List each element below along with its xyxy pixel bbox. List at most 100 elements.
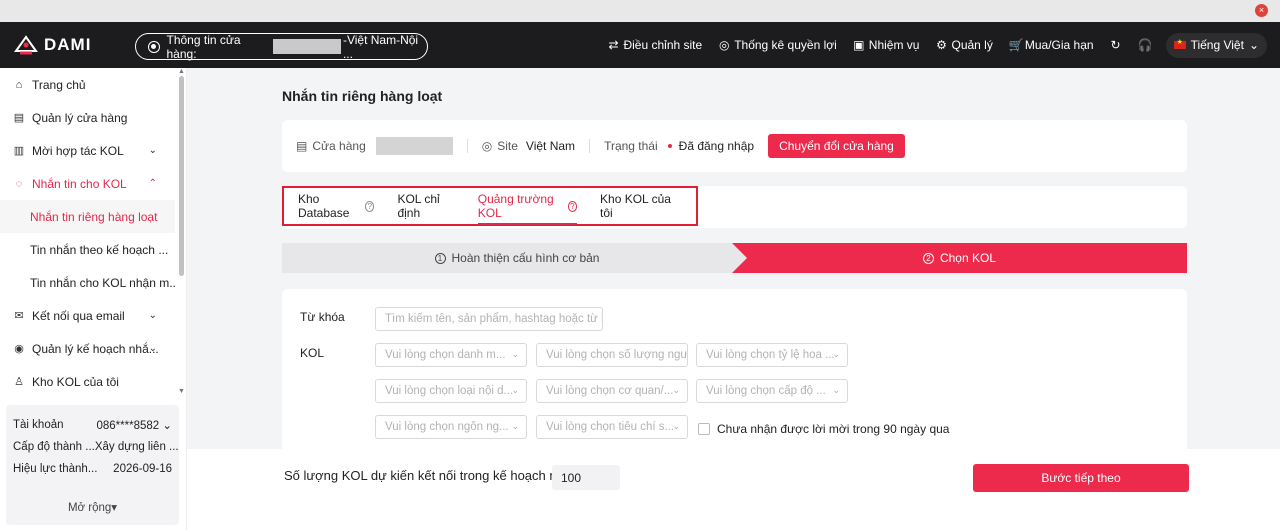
no-invite-90-days-checkbox[interactable]: Chưa nhận được lời mời trong 90 ngày qua	[698, 422, 949, 436]
tab-my-kol[interactable]: Kho KOL của tôi	[600, 187, 673, 225]
checkbox-box[interactable]	[698, 423, 710, 435]
nav-label: Quản lý	[951, 38, 993, 52]
tab-bar: Kho Database? KOL chỉ định Quảng trường …	[282, 186, 698, 226]
mail-icon: ✉	[14, 310, 24, 322]
sidebar-subitem-bulk-message[interactable]: Nhắn tin riêng hàng loạt	[0, 200, 175, 233]
category-select[interactable]: Vui lòng chọn danh m... ⌄	[375, 343, 527, 367]
chevron-down-icon: ⌄	[148, 343, 157, 354]
chevron-down-icon: ⌄	[511, 349, 519, 359]
account-label: Tài khoản	[13, 419, 64, 431]
validity-value: 2026-09-16	[113, 463, 172, 475]
select-placeholder: Vui lòng chọn ngôn ng...	[385, 421, 509, 433]
membership-label: Cấp độ thành ...	[13, 441, 95, 453]
criteria-select[interactable]: Vui lòng chọn tiêu chí s... ⌄	[536, 415, 688, 439]
sidebar-item-email-connect[interactable]: ✉ Kết nối qua email ⌄	[0, 299, 175, 332]
location-icon: ◉	[14, 343, 24, 355]
refresh-button[interactable]: ↻	[1110, 38, 1122, 52]
redacted-store	[375, 137, 453, 155]
chevron-up-icon: ⌃	[148, 178, 157, 189]
help-icon[interactable]: ?	[567, 200, 578, 212]
select-placeholder: Vui lòng chọn số lượng người	[546, 349, 688, 361]
header-nav: ⇄ Điều chỉnh site ◎ Thống kê quyền lợi ▣ Nh…	[607, 22, 1280, 68]
nav-benefit-stats[interactable]: ◎ Thống kê quyền lợi	[718, 38, 837, 52]
nav-label: Thống kê quyền lợi	[734, 38, 837, 52]
agency-select[interactable]: Vui lòng chọn cơ quan/... ⌄	[536, 379, 688, 403]
sidebar-menu: ⌂ Trang chủ ▤ Quản lý cửa hàng ▥ Mời hợp tá…	[0, 68, 175, 398]
chevron-down-icon: ⌄	[511, 421, 519, 431]
divider	[466, 139, 468, 153]
select-placeholder: Vui lòng chọn tiêu chí s...	[546, 421, 675, 433]
step-basic-config[interactable]: 1 Hoàn thiện cấu hình cơ bản	[282, 243, 752, 273]
chevron-down-icon: ⌄	[1248, 38, 1259, 52]
select-placeholder: Vui lòng chọn tỷ lệ hoa ...	[706, 349, 835, 361]
store-icon: ▤	[296, 139, 308, 153]
sidebar-item-message-kol[interactable]: ◌ Nhắn tin cho KOL ⌃	[0, 167, 175, 200]
nav-label: Nhiệm vụ	[868, 38, 920, 52]
membership-level-row: Cấp độ thành ... Xây dựng liên ...	[13, 436, 179, 458]
nav-adjust-site[interactable]: ⇄ Điều chỉnh site	[607, 38, 702, 52]
store-status-card: ▤ Cửa hàng ◎ Site Việt Nam Trạng thái Đã đ…	[282, 120, 1187, 172]
benefit-icon: ◎	[718, 38, 730, 52]
footer-bar: Số lượng KOL dự kiến kết nối trong kế ho…	[187, 449, 1280, 530]
switch-store-button[interactable]: Chuyển đổi cửa hàng	[768, 134, 905, 158]
sidebar-item-store-management[interactable]: ▤ Quản lý cửa hàng	[0, 101, 175, 134]
sidebar: ⌂ Trang chủ ▤ Quản lý cửa hàng ▥ Mời hợp tá…	[0, 68, 187, 530]
scroll-up-arrow[interactable]: ▲	[178, 68, 185, 75]
location-icon: ◎	[481, 139, 493, 153]
logo-icon	[14, 35, 38, 55]
radio-icon	[148, 40, 160, 53]
account-value: 086****8582 ⌄	[96, 420, 172, 432]
home-icon: ⌂	[15, 78, 23, 91]
account-row[interactable]: Tài khoản 086****8582 ⌄	[13, 414, 172, 436]
nav-tasks[interactable]: ▣ Nhiệm vụ	[853, 38, 920, 52]
site-label-text: Site	[497, 139, 518, 153]
expected-kol-count-input[interactable]: 100	[552, 465, 620, 490]
tab-label: Quảng trường KOL	[477, 192, 554, 220]
sidebar-item-label: Quản lý cửa hàng	[32, 110, 128, 125]
tab-database[interactable]: Kho Database?	[298, 187, 375, 225]
sidebar-item-home[interactable]: ⌂ Trang chủ	[0, 68, 175, 101]
invite-icon: ▥	[13, 145, 25, 157]
main-content: Nhắn tin riêng hàng loạt ▤ Cửa hàng ◎ Site…	[187, 68, 1280, 530]
followers-select[interactable]: Vui lòng chọn số lượng người	[536, 343, 688, 367]
nav-purchase[interactable]: 🛒 Mua/Gia hạn	[1009, 38, 1094, 52]
chevron-down-icon: ⌄	[672, 385, 680, 395]
next-step-button[interactable]: Bước tiếp theo	[973, 464, 1189, 492]
language-label: Tiếng Việt	[1190, 38, 1244, 52]
sidebar-scrollbar[interactable]	[179, 76, 184, 276]
select-placeholder: Vui lòng chọn loại nội d...	[385, 385, 514, 397]
store-info-pill[interactable]: Thông tin cửa hàng: -Việt Nam-Nội ...	[135, 32, 428, 61]
expand-button[interactable]: Mở rộng▾	[6, 500, 179, 514]
top-header: DAMI Thông tin cửa hàng: -Việt Nam-Nội .…	[0, 22, 1280, 68]
sidebar-item-invite-kol[interactable]: ▥ Mời hợp tác KOL ⌄	[0, 134, 175, 167]
language-filter-select[interactable]: Vui lòng chọn ngôn ng... ⌄	[375, 415, 527, 439]
level-select[interactable]: Vui lòng chọn cấp độ ... ⌄	[696, 379, 848, 403]
content-type-select[interactable]: Vui lòng chọn loại nội d... ⌄	[375, 379, 527, 403]
language-select[interactable]: Tiếng Việt ⌄	[1165, 32, 1267, 58]
tab-assigned-kol[interactable]: KOL chỉ định	[397, 187, 454, 225]
close-icon[interactable]: ×	[1255, 4, 1268, 17]
redacted-store-name	[272, 39, 341, 54]
logo[interactable]: DAMI	[14, 35, 91, 55]
tab-kol-square[interactable]: Quảng trường KOL?	[477, 187, 578, 225]
sidebar-item-plan-management[interactable]: ◉ Quản lý kế hoạch nhắ... ⌄	[0, 332, 175, 365]
commission-rate-select[interactable]: Vui lòng chọn tỷ lệ hoa ... ⌄	[696, 343, 848, 367]
sidebar-subitem-planned-message[interactable]: Tin nhắn theo kế hoạch ...	[0, 233, 175, 266]
sidebar-item-my-kol[interactable]: ♙ Kho KOL của tôi	[0, 365, 175, 398]
sidebar-item-label: Quản lý kế hoạch nhắ...	[32, 341, 159, 356]
store-suffix: -Việt Nam-Nội ...	[342, 32, 419, 61]
logo-text: DAMI	[44, 35, 92, 54]
nav-manage[interactable]: ⚙ Quản lý	[935, 38, 993, 52]
keyword-search-input[interactable]: Tìm kiếm tên, sản phẩm, hashtag hoặc từ …	[375, 307, 603, 331]
status-dot	[667, 144, 672, 148]
site-value: Việt Nam	[525, 139, 576, 153]
support-button[interactable]: 🎧	[1138, 38, 1153, 52]
scroll-down-arrow[interactable]: ▼	[178, 388, 185, 395]
divider	[589, 139, 591, 153]
validity-label: Hiệu lực thành...	[13, 463, 98, 475]
help-icon[interactable]: ?	[364, 200, 375, 212]
checkbox-label: Chưa nhận được lời mời trong 90 ngày qua	[717, 422, 950, 436]
sidebar-subitem-kol-sample-message[interactable]: Tin nhắn cho KOL nhận m...	[0, 266, 175, 299]
caret-down-icon: ▾	[111, 502, 118, 514]
store-label-text: Cửa hàng	[312, 139, 366, 153]
